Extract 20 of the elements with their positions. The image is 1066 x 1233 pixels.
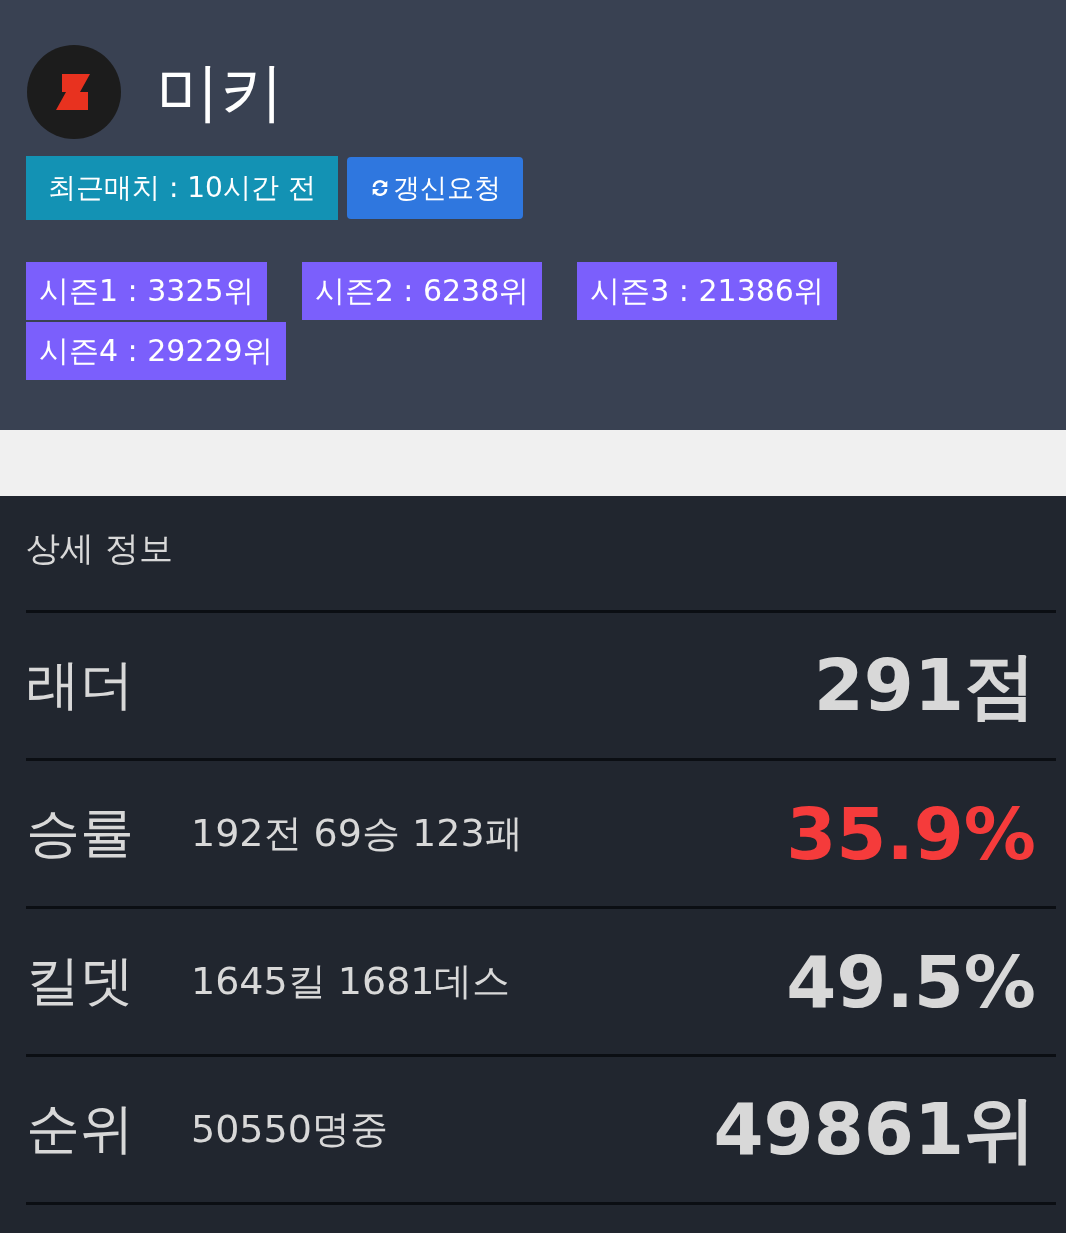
stat-label: 승률 (26, 800, 135, 866)
stat-label: 킬뎃 (26, 948, 135, 1014)
stat-value: 49.5% (786, 939, 1037, 1024)
stat-value: 49861위 (713, 1085, 1037, 1173)
section-title: 상세 정보 (26, 527, 174, 570)
season-rank-badge: 시즌3 : 21386위 (577, 262, 837, 320)
season-rank-badge: 시즌2 : 6238위 (301, 262, 543, 320)
stat-value: 291점 (813, 641, 1037, 729)
stat-detail: 192전 69승 123패 (191, 810, 523, 857)
season-rank-badge: 시즌4 : 29229위 (26, 322, 286, 380)
stat-detail: 1645킬 1681데스 (191, 958, 511, 1005)
refresh-button[interactable]: 갱신요청 (346, 157, 523, 219)
stat-value: 35.9% (786, 791, 1037, 876)
stat-label: 순위 (26, 1096, 135, 1162)
stat-label: 래더 (26, 652, 135, 718)
player-name: 미키 (156, 60, 284, 124)
last-match-badge: 최근매치 : 10시간 전 (26, 156, 338, 220)
avatar-icon (26, 44, 122, 140)
stat-detail: 50550명중 (191, 1106, 388, 1153)
season-rank-badge: 시즌1 : 3325위 (26, 262, 267, 320)
